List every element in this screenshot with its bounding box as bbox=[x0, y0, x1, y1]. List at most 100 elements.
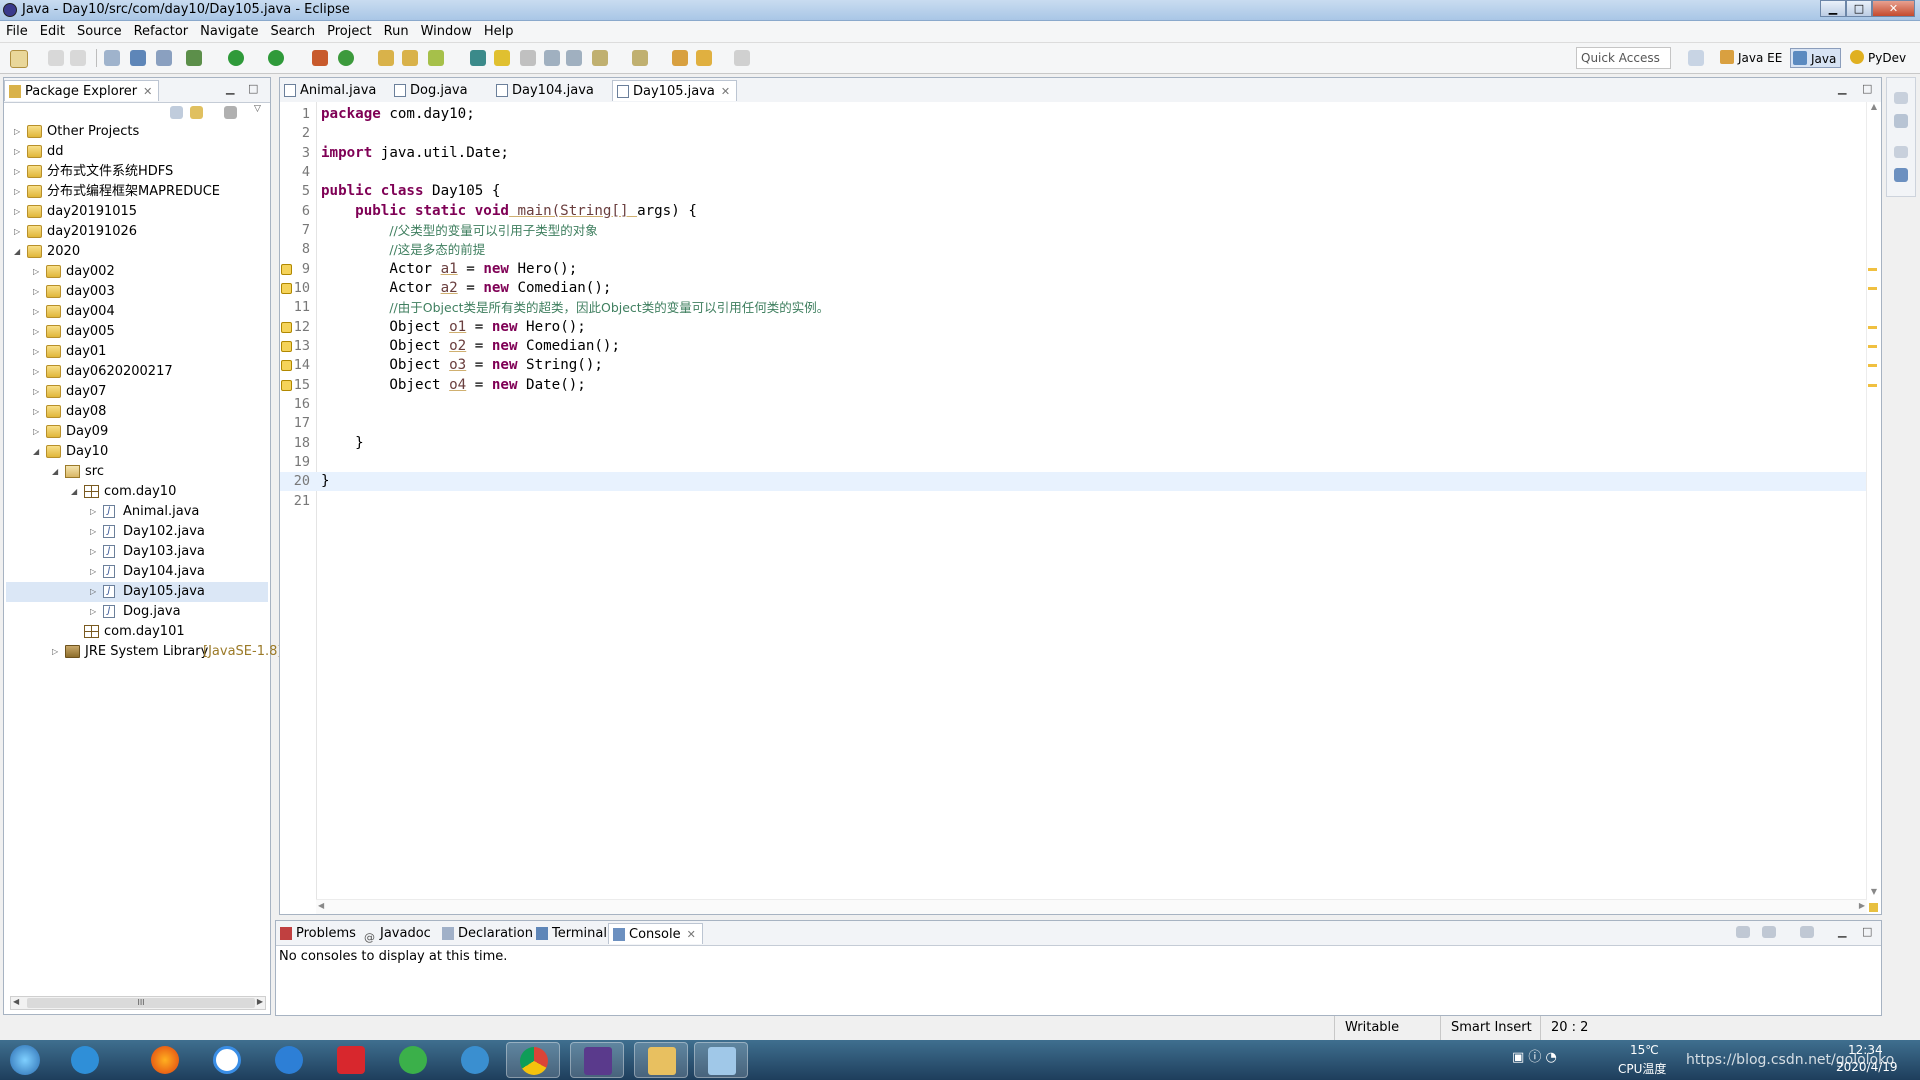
code-line-10[interactable]: 10 Actor a2 = new Comedian(); bbox=[280, 279, 1881, 298]
code-line-5[interactable]: 5 public class Day105 { bbox=[280, 182, 1881, 201]
overview-warning-marker[interactable] bbox=[1868, 383, 1877, 387]
code-line-12[interactable]: 12 Object o1 = new Hero(); bbox=[280, 318, 1881, 337]
expand-icon[interactable]: ▷ bbox=[33, 302, 43, 322]
restore-view-icon[interactable] bbox=[1894, 92, 1908, 104]
collapse-all-icon[interactable] bbox=[170, 106, 183, 119]
menu-edit[interactable]: Edit bbox=[34, 21, 71, 42]
maximize-editor-icon[interactable]: □ bbox=[1862, 82, 1872, 95]
expand-icon[interactable]: ▷ bbox=[14, 182, 24, 202]
taskbar-baidu-netdisk[interactable] bbox=[200, 1042, 254, 1078]
warning-icon[interactable] bbox=[281, 340, 292, 352]
minimize-console-icon[interactable]: ▁ bbox=[1838, 925, 1846, 938]
tree-item-project-mapreduce[interactable]: ▷ 分布式编程框架MAPREDUCE bbox=[6, 182, 268, 202]
warning-icon[interactable] bbox=[281, 379, 292, 391]
scroll-right-icon[interactable]: ▶ bbox=[1859, 901, 1865, 910]
collapse-icon[interactable]: ◢ bbox=[14, 242, 24, 262]
expand-icon[interactable]: ▷ bbox=[33, 402, 43, 422]
save-icon[interactable] bbox=[48, 50, 64, 66]
expand-icon[interactable]: ▷ bbox=[14, 122, 24, 142]
code-line-16[interactable]: 16 bbox=[280, 395, 1881, 414]
tree-item-project-day003[interactable]: ▷ day003 bbox=[6, 282, 268, 302]
back-icon[interactable] bbox=[696, 50, 712, 66]
overview-warning-marker[interactable] bbox=[1868, 344, 1877, 348]
new-class-icon[interactable] bbox=[338, 50, 354, 66]
expand-icon[interactable]: ▷ bbox=[14, 202, 24, 222]
taskbar-cloud[interactable] bbox=[262, 1042, 316, 1078]
tree-item-file-day105-java[interactable]: ▷ J Day105.java bbox=[6, 582, 268, 602]
tree-item-project-day004[interactable]: ▷ day004 bbox=[6, 302, 268, 322]
code-line-7[interactable]: 7 //父类型的变量可以引用子类型的对象 bbox=[280, 221, 1881, 240]
code-editor[interactable]: 1 package com.day10; 2 3 import java.util.Da… bbox=[280, 102, 1881, 914]
debug-icon[interactable] bbox=[186, 50, 202, 66]
tab-console[interactable]: Console ✕ bbox=[608, 923, 703, 944]
tree-item-project-day002[interactable]: ▷ day002 bbox=[6, 262, 268, 282]
restore-view-icon-2[interactable] bbox=[1894, 146, 1908, 158]
code-line-19[interactable]: 19 bbox=[280, 453, 1881, 472]
taskbar-update[interactable] bbox=[386, 1042, 440, 1078]
tree-item-file-dog-java[interactable]: ▷ J Dog.java bbox=[6, 602, 268, 622]
tree-item-project-day09[interactable]: ▷ Day09 bbox=[6, 422, 268, 442]
code-line-11[interactable]: 11 //由于Object类是所有类的超类，因此Object类的变量可以引用任何… bbox=[280, 298, 1881, 317]
expand-icon[interactable]: ▷ bbox=[33, 362, 43, 382]
tree-item-project-day07[interactable]: ▷ day07 bbox=[6, 382, 268, 402]
overview-ruler[interactable] bbox=[1866, 102, 1881, 900]
open-console-icon[interactable] bbox=[1800, 926, 1814, 938]
expand-icon[interactable]: ▷ bbox=[90, 562, 100, 582]
taskbar-explorer[interactable] bbox=[634, 1042, 688, 1078]
warning-icon[interactable] bbox=[281, 321, 292, 333]
tab-problems[interactable]: Problems bbox=[276, 923, 362, 944]
pin-console-icon[interactable] bbox=[1736, 926, 1750, 938]
code-line-1[interactable]: 1 package com.day10; bbox=[280, 105, 1881, 124]
annotation-icon[interactable] bbox=[470, 50, 486, 66]
tree-item-file-day102-java[interactable]: ▷ J Day102.java bbox=[6, 522, 268, 542]
collapse-icon[interactable]: ◢ bbox=[52, 462, 62, 482]
search-icon[interactable] bbox=[428, 50, 444, 66]
expand-icon[interactable]: ▷ bbox=[33, 422, 43, 442]
code-line-15[interactable]: 15 Object o4 = new Date(); bbox=[280, 376, 1881, 395]
forward-icon[interactable] bbox=[734, 50, 750, 66]
code-line-6[interactable]: 6 public static void main(String[] args)… bbox=[280, 202, 1881, 221]
code-line-4[interactable]: 4 bbox=[280, 163, 1881, 182]
tree-item-project-day0620200217[interactable]: ▷ day0620200217 bbox=[6, 362, 268, 382]
expand-icon[interactable]: ▷ bbox=[90, 502, 100, 522]
tree-item-project-2020[interactable]: ◢ 2020 bbox=[6, 242, 268, 262]
scrollbar-thumb[interactable]: III bbox=[27, 998, 255, 1008]
code-line-3[interactable]: 3 import java.util.Date; bbox=[280, 144, 1881, 163]
close-icon[interactable]: ✕ bbox=[143, 85, 152, 98]
tree-item-project-dd[interactable]: ▷ dd bbox=[6, 142, 268, 162]
close-button[interactable]: ✕ bbox=[1872, 0, 1915, 17]
filters-icon[interactable] bbox=[224, 106, 237, 119]
collapse-icon[interactable]: ◢ bbox=[33, 442, 43, 462]
code-line-13[interactable]: 13 Object o2 = new Comedian(); bbox=[280, 337, 1881, 356]
word-wrap-icon[interactable] bbox=[544, 50, 560, 66]
scroll-left-icon[interactable]: ◀ bbox=[13, 997, 19, 1006]
save-all-icon[interactable] bbox=[70, 50, 86, 66]
expand-icon[interactable]: ▷ bbox=[90, 542, 100, 562]
open-perspective-icon[interactable] bbox=[1688, 50, 1704, 66]
tree-item-package-com-day101[interactable]: com.day101 bbox=[6, 622, 268, 642]
taskbar-notepad[interactable] bbox=[694, 1042, 748, 1078]
perspective-java[interactable]: Java bbox=[1790, 48, 1842, 68]
expand-icon[interactable]: ▷ bbox=[33, 262, 43, 282]
overview-warning-marker[interactable] bbox=[1868, 286, 1877, 290]
prev-annotation-icon[interactable] bbox=[632, 50, 648, 66]
tree-item-other-projects[interactable]: ▷ Other Projects bbox=[6, 122, 268, 142]
warning-icon[interactable] bbox=[281, 360, 292, 372]
outline-icon[interactable] bbox=[1894, 168, 1908, 182]
warning-summary-icon[interactable] bbox=[1869, 903, 1878, 912]
expand-icon[interactable]: ▷ bbox=[14, 142, 24, 162]
expand-icon[interactable]: ▷ bbox=[14, 222, 24, 242]
code-line-20[interactable]: 20} bbox=[280, 472, 1881, 492]
code-line-8[interactable]: 8 //这是多态的前提 bbox=[280, 240, 1881, 259]
menu-window[interactable]: Window bbox=[415, 21, 478, 42]
coverage-icon[interactable] bbox=[268, 50, 284, 66]
open-type-icon[interactable] bbox=[378, 50, 394, 66]
close-icon[interactable]: ✕ bbox=[687, 928, 696, 941]
collapse-icon[interactable]: ◢ bbox=[71, 482, 81, 502]
horizontal-scrollbar[interactable]: ◀ III ▶ bbox=[10, 996, 266, 1010]
code-line-2[interactable]: 2 bbox=[280, 124, 1881, 143]
menu-refactor[interactable]: Refactor bbox=[128, 21, 195, 42]
expand-icon[interactable]: ▷ bbox=[14, 162, 24, 182]
taskbar-ie2[interactable] bbox=[448, 1042, 502, 1078]
tree-item-package-com-day10[interactable]: ◢ com.day10 bbox=[6, 482, 268, 502]
